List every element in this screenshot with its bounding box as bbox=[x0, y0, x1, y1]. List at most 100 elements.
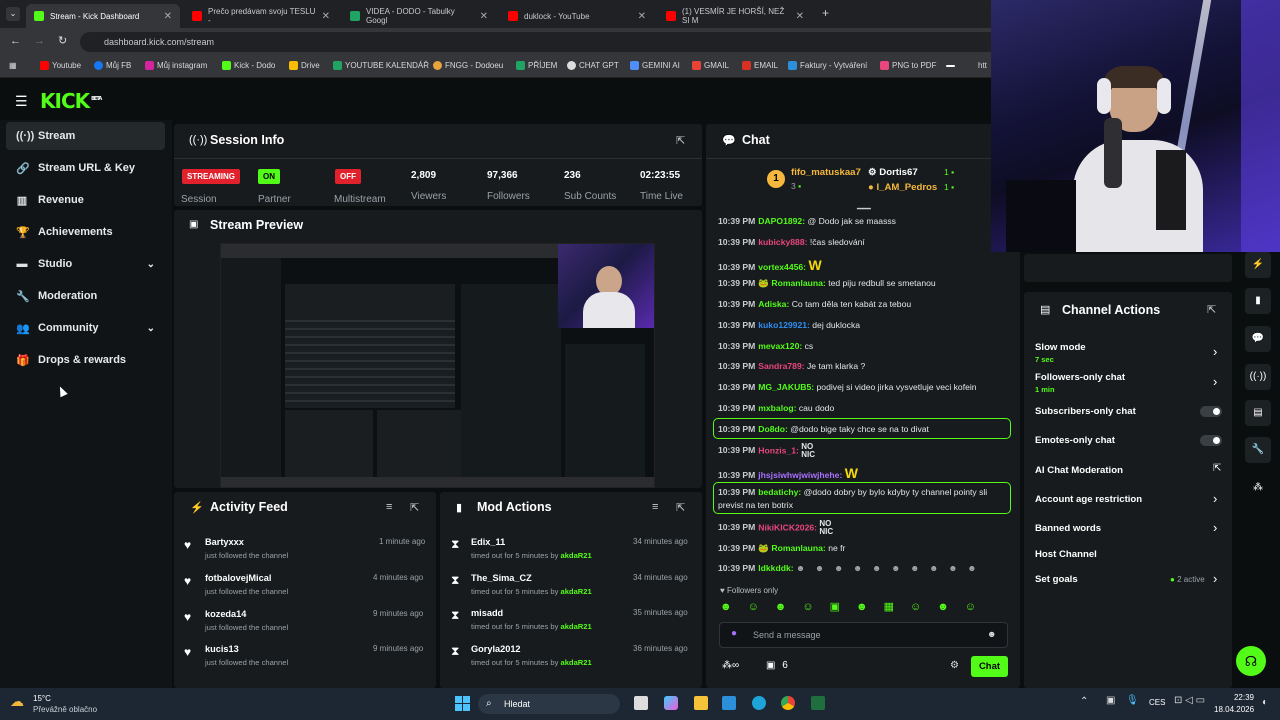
chat-bubble-icon[interactable]: 💬 bbox=[1245, 326, 1271, 352]
tab-search-icon[interactable]: ⌄ bbox=[6, 7, 20, 21]
shield-icon[interactable]: ▮ bbox=[1245, 288, 1271, 314]
points-icon[interactable]: ⁂ bbox=[1245, 475, 1271, 501]
chevron-right-icon[interactable]: › bbox=[1213, 520, 1217, 535]
tab-vesmir[interactable]: (1) VESMÍR JE HORŠÍ, NEŽ SI M ✕ bbox=[658, 4, 812, 28]
filter-icon[interactable]: ≡ bbox=[652, 501, 658, 513]
stream-preview-video[interactable] bbox=[220, 243, 655, 488]
bookmark-instagram[interactable]: Můj instagram bbox=[145, 61, 207, 70]
slow-mode-item[interactable]: Slow mode 7 sec bbox=[1035, 342, 1086, 364]
back-icon[interactable]: ← bbox=[10, 35, 21, 47]
clock-time[interactable]: 22:39 bbox=[1230, 693, 1254, 702]
popout-icon[interactable]: ⇱ bbox=[676, 134, 685, 147]
copilot-icon[interactable] bbox=[664, 696, 678, 710]
edge-icon[interactable] bbox=[752, 696, 766, 710]
new-tab-icon[interactable]: + bbox=[822, 6, 829, 20]
chat-settings-icon[interactable]: ⚙ bbox=[950, 660, 959, 671]
bookmark-fngg[interactable]: FNGG - Dodoeu bbox=[433, 61, 503, 70]
microphone-icon[interactable]: 🎙 bbox=[1126, 695, 1139, 706]
file-explorer-icon[interactable] bbox=[694, 696, 708, 710]
apps-icon[interactable]: ▦ bbox=[9, 61, 17, 70]
windows-start-icon[interactable] bbox=[455, 696, 470, 711]
account-age-item[interactable]: Account age restriction bbox=[1035, 494, 1142, 505]
network-volume-icons[interactable]: ⊡ ◁ ▭ bbox=[1174, 695, 1205, 706]
send-chat-button[interactable]: Chat bbox=[971, 656, 1008, 677]
reload-icon[interactable]: ↻ bbox=[58, 34, 67, 47]
tab-duklock[interactable]: duklock - YouTube ✕ bbox=[500, 4, 654, 28]
chrome-icon[interactable] bbox=[781, 696, 795, 710]
chevron-right-icon[interactable]: › bbox=[1213, 571, 1217, 586]
bookmark-drive[interactable]: Drive bbox=[289, 61, 320, 70]
language-indicator[interactable]: CES bbox=[1149, 698, 1165, 707]
broadcast-icon[interactable]: ((·)) bbox=[1245, 364, 1271, 390]
sidebar-item-revenue[interactable]: ▥ Revenue bbox=[6, 186, 165, 214]
sidebar-item-studio[interactable]: ▬ Studio ⌄ bbox=[6, 250, 165, 278]
close-tab-icon[interactable]: ✕ bbox=[322, 11, 330, 22]
popout-icon[interactable]: ⇱ bbox=[676, 501, 685, 514]
subscribers-only-toggle[interactable] bbox=[1200, 406, 1222, 417]
gift-count[interactable]: ▣ 6 bbox=[766, 660, 788, 671]
top-gifter-first[interactable]: fifo_matuskaa7 bbox=[791, 167, 861, 178]
close-tab-icon[interactable]: ✕ bbox=[164, 11, 172, 22]
excel-icon[interactable] bbox=[811, 696, 825, 710]
points-icon[interactable]: ⁂∞ bbox=[722, 660, 739, 671]
support-headset-icon[interactable]: ☊ bbox=[1236, 646, 1266, 676]
bookmark-png-pdf[interactable]: PNG to PDF bbox=[880, 61, 936, 70]
tab-youtube-tesla[interactable]: Prečo predávam svoju TESLU - ✕ bbox=[184, 4, 338, 28]
sidebar-item-stream[interactable]: ((·)) Stream bbox=[6, 122, 165, 150]
forward-icon[interactable]: → bbox=[34, 35, 45, 47]
task-view-icon[interactable] bbox=[634, 696, 648, 710]
banned-words-item[interactable]: Banned words bbox=[1035, 523, 1101, 534]
bolt-icon[interactable]: ⚡ bbox=[1245, 252, 1271, 278]
tray-app-icon[interactable]: ▣ bbox=[1106, 695, 1115, 706]
url-field[interactable]: dashboard.kick.com/stream bbox=[80, 32, 1080, 52]
top-gifter-second[interactable]: ⚙ Dortis67 bbox=[868, 167, 918, 178]
bookmark-faktury[interactable]: Faktury - Vytváření bbox=[788, 61, 867, 70]
external-link-icon[interactable]: ⇱ bbox=[1213, 463, 1221, 474]
set-goals-item[interactable]: Set goals bbox=[1035, 574, 1078, 585]
chevron-right-icon[interactable]: › bbox=[1213, 374, 1217, 389]
microphone-icon[interactable]: ● bbox=[731, 628, 737, 639]
chevron-right-icon[interactable]: › bbox=[1213, 344, 1217, 359]
taskbar-search[interactable]: ⌕ Hledat bbox=[478, 694, 620, 714]
emotes-only-toggle[interactable] bbox=[1200, 435, 1222, 446]
followers-only-item[interactable]: Followers-only chat 1 min bbox=[1035, 372, 1125, 394]
tray-overflow-icon[interactable]: ⌃ bbox=[1080, 696, 1088, 707]
close-tab-icon[interactable]: ✕ bbox=[796, 11, 804, 22]
mod-actions-icon[interactable]: ▤ bbox=[1245, 400, 1271, 426]
ai-chat-moderation-item[interactable]: AI Chat Moderation bbox=[1035, 465, 1123, 476]
weather-temp[interactable]: 15°C bbox=[33, 694, 51, 703]
bookmark-more[interactable]: htt bbox=[946, 61, 987, 70]
bookmark-kick[interactable]: Kick - Dodo bbox=[222, 61, 275, 70]
tab-sheets[interactable]: VIDEA - DODO - Tabulky Googl ✕ bbox=[342, 4, 496, 28]
bookmark-email[interactable]: EMAIL bbox=[742, 61, 778, 70]
sidebar-item-stream-url-key[interactable]: 🔗 Stream URL & Key bbox=[6, 154, 165, 182]
bookmark-youtube-calendar[interactable]: YOUTUBE KALENDÁŘ bbox=[333, 61, 429, 70]
emoji-icon[interactable]: ☻ bbox=[987, 629, 996, 639]
collapse-icon[interactable]: ▁▁ bbox=[857, 199, 871, 210]
sidebar-item-moderation[interactable]: 🔧 Moderation bbox=[6, 282, 165, 310]
wrench-icon[interactable]: 🔧 bbox=[1245, 437, 1271, 463]
bookmark-fb[interactable]: Můj FB bbox=[94, 61, 131, 70]
bookmark-youtube[interactable]: Youtube bbox=[40, 61, 81, 70]
bookmark-gemini[interactable]: GEMINI AI bbox=[630, 61, 680, 70]
hamburger-menu-icon[interactable]: ☰ bbox=[15, 93, 28, 110]
bookmark-chatgpt[interactable]: CHAT GPT bbox=[567, 61, 619, 70]
close-tab-icon[interactable]: ✕ bbox=[638, 11, 646, 22]
host-channel-item[interactable]: Host Channel bbox=[1035, 549, 1097, 560]
chevron-right-icon[interactable]: › bbox=[1213, 491, 1217, 506]
sidebar-item-drops-rewards[interactable]: 🎁 Drops & rewards bbox=[6, 346, 165, 374]
bookmark-gmail[interactable]: GMAIL bbox=[692, 61, 729, 70]
notifications-icon[interactable]: ◐ bbox=[1262, 697, 1268, 708]
sidebar-item-community[interactable]: 👥 Community ⌄ bbox=[6, 314, 165, 342]
filter-icon[interactable]: ≡ bbox=[386, 501, 392, 513]
kick-logo[interactable]: KICK BETA bbox=[40, 89, 102, 113]
clock-date[interactable]: 18.04.2026 bbox=[1214, 705, 1254, 714]
bookmark-prijem[interactable]: PŘÍJEM bbox=[516, 61, 557, 70]
tab-kick-dashboard[interactable]: Stream - Kick Dashboard ✕ bbox=[26, 4, 180, 28]
top-gifter-third[interactable]: ● I_AM_Pedros bbox=[868, 182, 937, 193]
popout-icon[interactable]: ⇱ bbox=[1207, 303, 1216, 316]
outlook-icon[interactable] bbox=[722, 696, 736, 710]
emote-bar[interactable]: ☻☺☻☺▣☻▦☺☻☺ bbox=[720, 600, 1010, 614]
popout-icon[interactable]: ⇱ bbox=[410, 501, 419, 514]
sidebar-item-achievements[interactable]: 🏆 Achievements bbox=[6, 218, 165, 246]
